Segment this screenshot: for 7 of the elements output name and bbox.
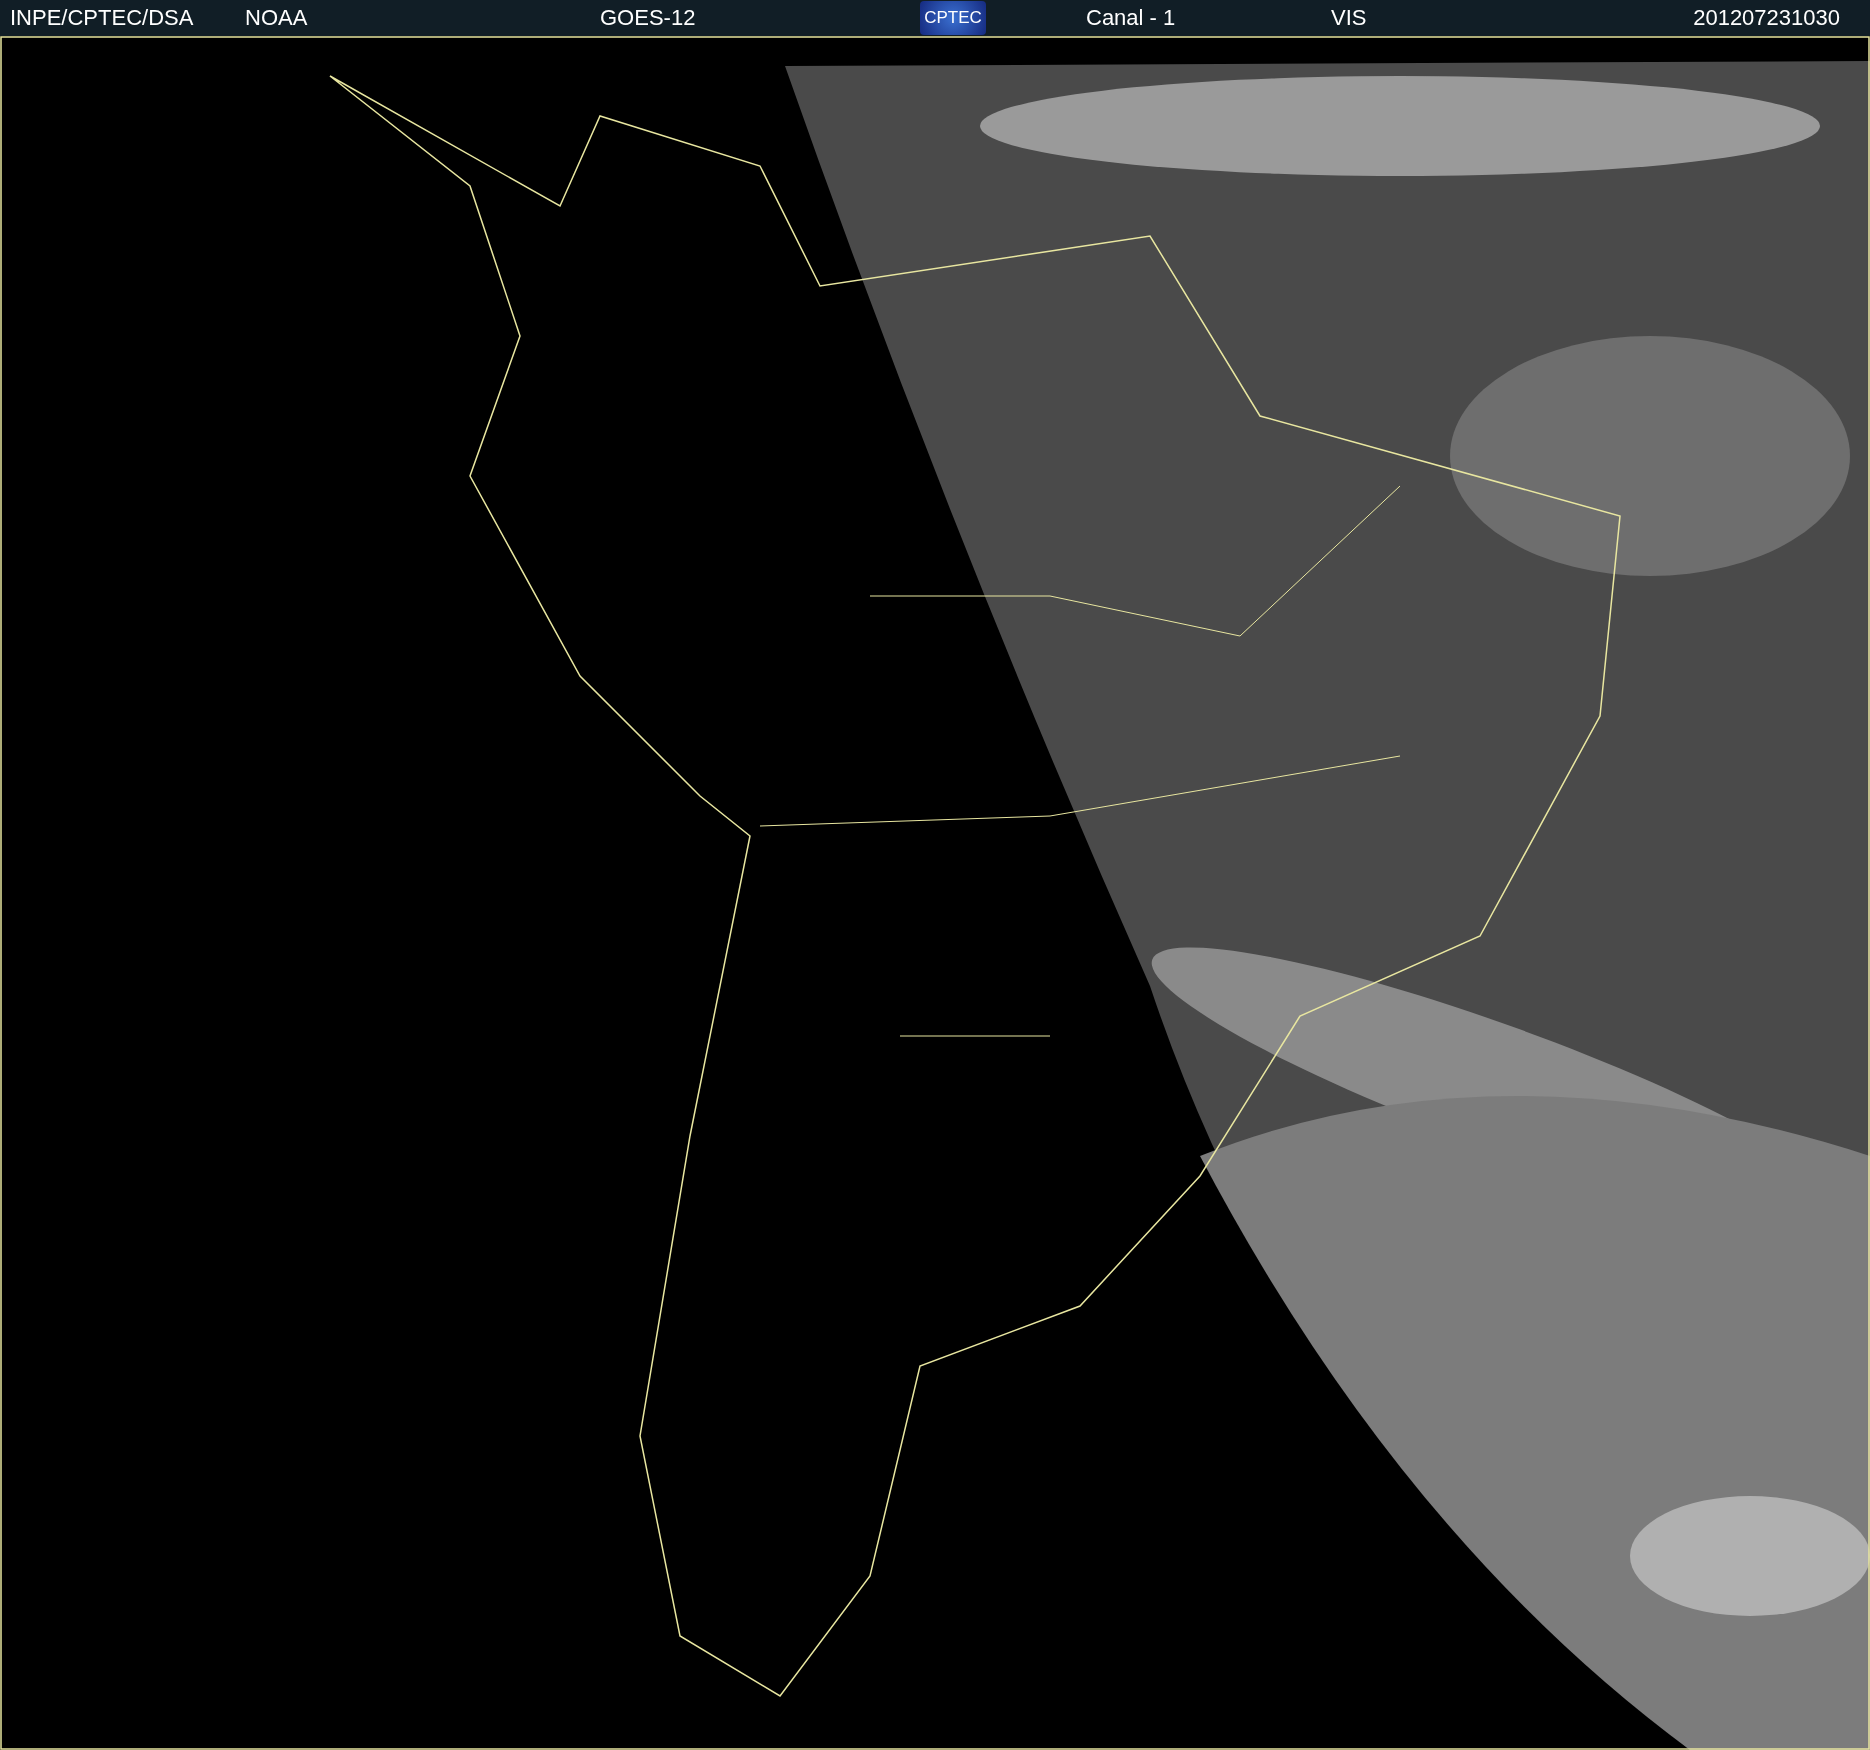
header-label: GOES-12 xyxy=(600,5,697,31)
header-label: NOAA xyxy=(245,5,309,31)
header-label: 201207231030 xyxy=(1693,5,1840,31)
header-label: INPE/CPTEC/DSA xyxy=(10,5,195,31)
logo: CPTEC xyxy=(920,1,986,35)
header-label: VIS xyxy=(1331,5,1368,31)
header-label: Canal - 1 xyxy=(1086,5,1177,31)
